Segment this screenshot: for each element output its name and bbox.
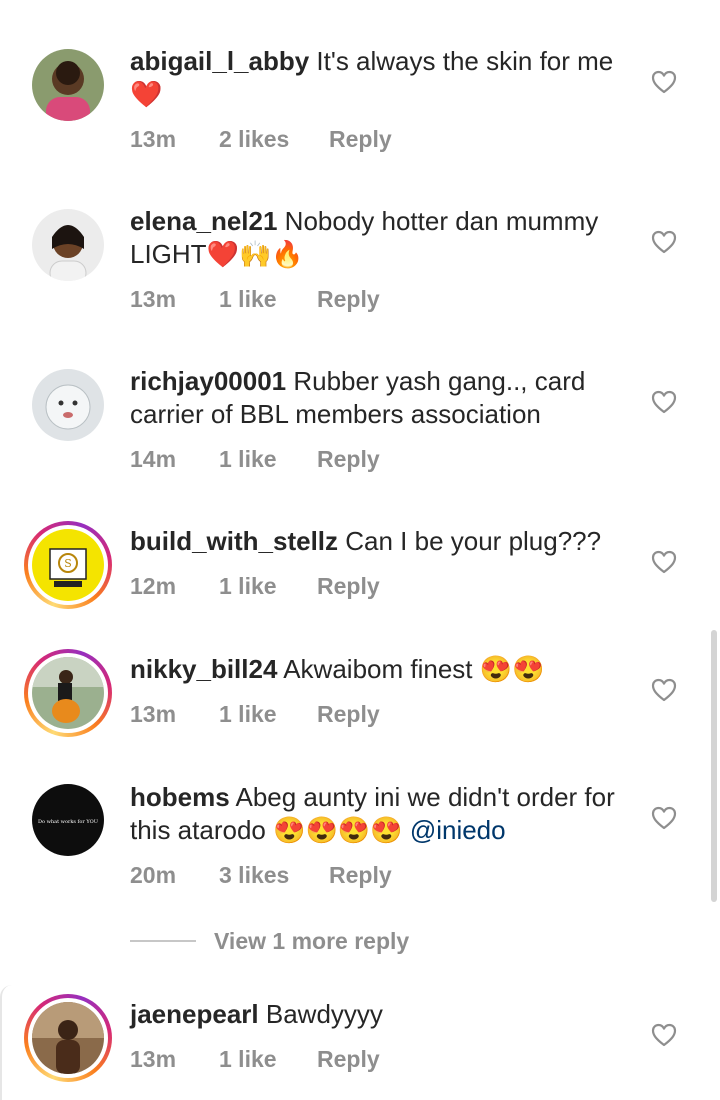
comment-username[interactable]: richjay00001 xyxy=(130,366,286,396)
comment-username[interactable]: jaenepearl xyxy=(130,999,259,1029)
comment-body: Bawdyyyy xyxy=(258,999,383,1029)
avatar-caption: Do what works for YOU xyxy=(38,819,98,825)
reply-button[interactable]: Reply xyxy=(317,573,380,600)
reply-thread-line xyxy=(130,940,196,942)
comment-username[interactable]: abigail_l_abby xyxy=(130,46,309,76)
svg-text:S: S xyxy=(64,557,72,570)
comment-likes[interactable]: 3 likes xyxy=(219,862,289,889)
reply-button[interactable]: Reply xyxy=(317,446,380,473)
comment-body: Can I be your plug??? xyxy=(338,526,602,556)
comment-text: elena_nel21 Nobody hotter dan mummy LIGH… xyxy=(130,205,630,271)
comment-likes[interactable]: 1 like xyxy=(219,701,277,728)
avatar[interactable] xyxy=(32,49,104,121)
comment-likes[interactable]: 1 like xyxy=(219,573,277,600)
comment-likes[interactable]: 1 like xyxy=(219,286,277,313)
comment-time: 12m xyxy=(130,573,177,599)
scrollbar[interactable] xyxy=(711,630,717,902)
heart-outline-icon[interactable] xyxy=(651,230,677,254)
reply-button[interactable]: Reply xyxy=(329,126,392,153)
heart-outline-icon[interactable] xyxy=(651,390,677,414)
avatar[interactable]: Do what works for YOU xyxy=(32,784,104,856)
mention-link[interactable]: @iniedo xyxy=(410,815,506,845)
heart-outline-icon[interactable] xyxy=(651,678,677,702)
heart-outline-icon[interactable] xyxy=(651,806,677,830)
comment-likes[interactable]: 1 like xyxy=(219,1046,277,1073)
reply-button[interactable]: Reply xyxy=(317,1046,380,1073)
comment-text: build_with_stellz Can I be your plug??? xyxy=(130,525,630,558)
avatar[interactable]: S xyxy=(24,521,112,609)
comment-time: 20m xyxy=(130,862,177,888)
view-more-replies-label[interactable]: View 1 more reply xyxy=(214,928,409,955)
heart-outline-icon[interactable] xyxy=(651,1023,677,1047)
comment-time: 13m xyxy=(130,701,177,727)
comment-username[interactable]: nikky_bill24 xyxy=(130,654,277,684)
avatar[interactable] xyxy=(32,209,104,281)
reply-button[interactable]: Reply xyxy=(329,862,392,889)
heart-outline-icon[interactable] xyxy=(651,550,677,574)
comment-text: nikky_bill24 Akwaibom finest 😍😍 xyxy=(130,653,630,686)
comment-time: 13m xyxy=(130,1046,177,1072)
comment-text: abigail_l_abby It's always the skin for … xyxy=(130,45,630,111)
comment-time: 13m xyxy=(130,286,177,312)
avatar[interactable] xyxy=(24,649,112,737)
comment-username[interactable]: build_with_stellz xyxy=(130,526,338,556)
comment-likes[interactable]: 2 likes xyxy=(219,126,289,153)
comment-text: jaenepearl Bawdyyyy xyxy=(130,998,630,1031)
comment-body: Akwaibom finest 😍😍 xyxy=(277,654,545,684)
reply-button[interactable]: Reply xyxy=(317,701,380,728)
comment-username[interactable]: elena_nel21 xyxy=(130,206,277,236)
comment-username[interactable]: hobems xyxy=(130,782,230,812)
comment-time: 13m xyxy=(130,126,177,152)
avatar[interactable] xyxy=(32,369,104,441)
avatar[interactable] xyxy=(24,994,112,1082)
reply-button[interactable]: Reply xyxy=(317,286,380,313)
sheet-edge xyxy=(0,985,12,1100)
comment-text: richjay00001 Rubber yash gang.., card ca… xyxy=(130,365,630,431)
heart-outline-icon[interactable] xyxy=(651,70,677,94)
comment-time: 14m xyxy=(130,446,177,472)
comment-likes[interactable]: 1 like xyxy=(219,446,277,473)
comment-text: hobems Abeg aunty ini we didn't order fo… xyxy=(130,781,630,847)
